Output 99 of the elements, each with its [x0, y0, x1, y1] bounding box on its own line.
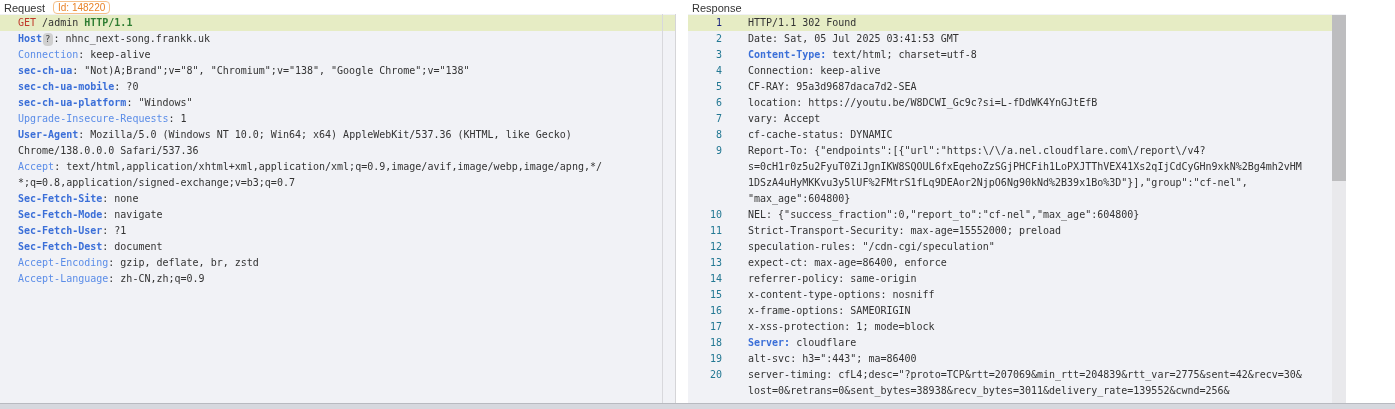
response-text: 1DSzA4uHyMKKvu3y5lUF%2FMtrS1fLq9DEAor2NjpO6Ng90kNd%2B39x1Bo%3D"}],"group":"cf-nel",: [748, 176, 1248, 190]
line-number: 10: [708, 208, 722, 222]
header-value: none: [114, 192, 139, 206]
response-text: text/html; charset=utf-8: [832, 48, 977, 62]
colon: :: [102, 240, 109, 254]
line-number: 17: [708, 320, 722, 334]
line-number: 1: [714, 16, 722, 30]
line-number: 7: [714, 112, 722, 126]
line-number: 12: [708, 240, 722, 254]
line-number: 6: [714, 96, 722, 110]
response-text: HTTP/1.1 302 Found: [748, 16, 857, 30]
header-name: Server:: [748, 336, 791, 350]
response-text: cloudflare: [796, 336, 857, 350]
colon: :: [54, 160, 61, 174]
header-name: Connection: [18, 48, 79, 62]
line-number: 8: [714, 128, 722, 142]
header-value: 1: [180, 112, 187, 126]
line-number: 16: [708, 304, 722, 318]
header-value: navigate: [114, 208, 163, 222]
header-value: keep-alive: [90, 48, 151, 62]
header-value: zh-CN,zh;q=0.9: [120, 272, 205, 286]
line-number: 11: [708, 224, 722, 238]
line-number: 18: [708, 336, 722, 350]
header-value: *;q=0.8,application/signed-exchange;v=b3;q=0.7: [18, 176, 295, 190]
colon: :: [102, 208, 109, 222]
header-name: Sec-Fetch-Mode: [18, 208, 103, 222]
header-value: Chrome/138.0.0.0 Safari/537.36: [18, 144, 199, 158]
response-text: expect-ct: max-age=86400, enforce: [748, 256, 947, 270]
line-number: 9: [714, 144, 722, 158]
line-number: 19: [708, 352, 722, 366]
panel-title: Request: [4, 2, 45, 14]
colon: :: [102, 224, 109, 238]
colon: :: [78, 48, 85, 62]
response-text: "max_age":604800}: [748, 192, 851, 207]
response-text: x-content-type-options: nosniff: [748, 288, 935, 302]
colon: :: [102, 192, 109, 206]
colon: :: [108, 272, 115, 286]
line-number: 5: [714, 80, 722, 94]
header-name: Content-Type:: [748, 48, 827, 62]
response-text: Strict-Transport-Security: max-age=15552000; preload: [748, 224, 1062, 238]
line-number: 15: [708, 288, 722, 302]
panel-title: Response: [692, 2, 742, 14]
response-text: referrer-policy: same-origin: [748, 272, 917, 286]
line-number: 20: [708, 368, 722, 382]
line-number: 4: [714, 64, 722, 78]
response-text: alt-svc: h3=":443"; ma=86400: [748, 352, 917, 366]
header-value: "Not)A;Brand";v="8", "Chromium";v="138", "Google Chrome";v="138": [84, 64, 470, 78]
header-name: Sec-Fetch-Site: [18, 192, 103, 206]
response-text: Report-To: {"endpoints":[{"url":"https:\/\/a.nel.cloudflare.com\/report\/v4?: [748, 144, 1206, 158]
colon: :: [72, 64, 79, 78]
header-name: Sec-Fetch-Dest: [18, 240, 103, 254]
header-value: gzip, deflate, br, zstd: [120, 256, 259, 270]
header-value: "Windows": [138, 96, 193, 110]
scrollbar[interactable]: [1332, 15, 1346, 403]
header-name: Accept-Language: [18, 272, 109, 286]
response-text: s=0cH1r0z5u2FyuT0ZiJgnIKW8SQOUL6fxEqehoZzSGjPHCFih1LoPXJTThVEX41Xs2qIjCdCyGHn9xkN%2Bg4mh2vHM: [748, 160, 1302, 174]
request-method: GET: [18, 17, 37, 28]
header-name: User-Agent: [18, 128, 79, 142]
response-text: server-timing: cfL4;desc="?proto=TCP&rtt=207069&min_rtt=204839&rtt_var=2775&sent=42&recv=30&: [748, 368, 1302, 383]
header-name: sec-ch-ua: [18, 64, 73, 78]
response-text: lost=0&retrans=0&sent_bytes=38938&recv_bytes=3011&delivery_rate=139552&cwnd=256&: [748, 384, 1230, 399]
header-name: Accept-Encoding: [18, 256, 109, 270]
line-number: 3: [714, 48, 722, 62]
header-value: Mozilla/5.0 (Windows NT 10.0; Win64; x64) AppleWebKit/537.36 (KHTML, like Gecko): [90, 128, 572, 142]
header-value: ?0: [126, 80, 139, 94]
response-text: vary: Accept: [748, 112, 821, 126]
colon: :: [126, 96, 133, 110]
response-text: x-xss-protection: 1; mode=block: [748, 320, 935, 334]
colon: :: [108, 256, 115, 270]
header-value: text/html,application/xhtml+xml,application/xml;q=0.9,image/avif,image/webp,image/apng,*/: [66, 160, 602, 174]
header-name: sec-ch-ua-platform: [18, 96, 127, 110]
http-version: HTTP/1.1: [84, 17, 133, 28]
request-path: /admin: [42, 17, 79, 28]
header-value: document: [114, 240, 163, 254]
header-name: Upgrade-Insecure-Requests: [18, 112, 169, 126]
hint-badge: ?: [43, 32, 53, 46]
colon: :: [168, 112, 175, 126]
colon: :: [78, 128, 85, 142]
response-text: Connection: keep-alive: [748, 64, 881, 78]
header-name: sec-ch-ua-mobile: [18, 80, 115, 94]
request-editor[interactable]: [0, 14, 676, 403]
response-text: location: https://youtu.be/W8DCWI_Gc9c?si=L-fDdWK4YnGJtEfB: [748, 96, 1098, 111]
response-text: NEL: {"success_fraction":0,"report_to":"cf-nel","max_age":604800}: [748, 208, 1140, 223]
response-text: CF-RAY: 95a3d9687daca7d2-SEA: [748, 80, 917, 94]
response-editor[interactable]: [688, 14, 1346, 403]
header-value: ?1: [114, 224, 127, 238]
header-name: Accept: [18, 160, 55, 174]
header-value: nhnc_next-song.frankk.uk: [65, 32, 211, 47]
line-number: 13: [708, 256, 722, 270]
line-number: 2: [714, 32, 722, 46]
response-text: Date: Sat, 05 Jul 2025 03:41:53 GMT: [748, 32, 959, 46]
header-name: Sec-Fetch-User: [18, 224, 103, 238]
header-name: Host: [18, 32, 43, 46]
response-text: x-frame-options: SAMEORIGIN: [748, 304, 911, 318]
response-text: cf-cache-status: DYNAMIC: [748, 128, 893, 142]
colon: :: [114, 80, 121, 94]
line-number: 14: [708, 272, 722, 286]
colon: :: [53, 32, 60, 46]
response-text: speculation-rules: "/cdn-cgi/speculation": [748, 240, 995, 254]
